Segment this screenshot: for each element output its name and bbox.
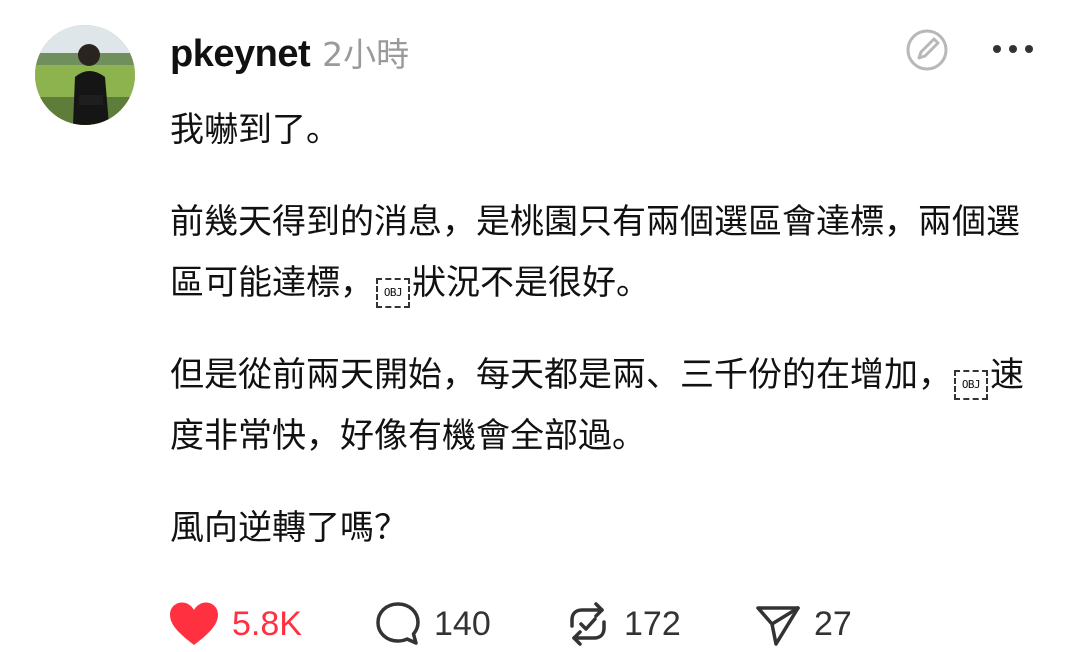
edit-pencil-icon <box>906 29 948 71</box>
paragraph-text: 但是從前兩天開始，每天都是兩、三千份的在增加， <box>170 355 952 395</box>
object-placeholder-icon: OBJ <box>954 370 988 400</box>
paragraph-text: 風向逆轉了嗎？ <box>170 508 408 548</box>
send-icon <box>756 606 800 646</box>
comment-bubble-icon <box>376 602 420 645</box>
like-button[interactable]: 5.8K <box>168 596 302 652</box>
username[interactable]: pkeynet <box>170 33 311 76</box>
paragraph-text: 我嚇到了。 <box>170 110 340 150</box>
repost-icon <box>570 602 606 646</box>
action-bar: 5.8K 140 172 27 <box>168 596 1048 652</box>
repost-count: 172 <box>624 604 681 643</box>
paragraph-text: 狀況不是很好。 <box>412 263 650 303</box>
post-timestamp: 2小時 <box>322 35 410 74</box>
post-paragraph-4: 風向逆轉了嗎？ <box>170 498 1050 559</box>
share-count: 27 <box>814 604 852 643</box>
post-header: pkeynet 2小時 <box>170 28 409 78</box>
post-paragraph-2: 前幾天得到的消息，是桃園只有兩個選區會達標，兩個選區可能達標， OBJ 狀況不是很好… <box>170 192 1050 314</box>
post-paragraph-3: 但是從前兩天開始，每天都是兩、三千份的在增加， OBJ 速度非常快，好像有機會全部過… <box>170 345 1050 467</box>
share-button[interactable]: 27 <box>754 596 852 652</box>
post-paragraph-1: 我嚇到了。 <box>170 100 1050 161</box>
like-count: 5.8K <box>232 604 302 643</box>
comment-count: 140 <box>434 604 491 643</box>
more-dots-icon <box>993 45 1033 53</box>
more-options-button[interactable] <box>990 35 1036 63</box>
edit-button[interactable] <box>904 27 950 73</box>
avatar[interactable] <box>35 25 135 125</box>
repost-button[interactable]: 172 <box>564 596 681 652</box>
object-placeholder-icon: OBJ <box>376 278 410 308</box>
post-text: 我嚇到了。 前幾天得到的消息，是桃園只有兩個選區會達標，兩個選區可能達標， OBJ… <box>170 100 1050 559</box>
heart-filled-icon <box>170 602 218 645</box>
comment-button[interactable]: 140 <box>374 596 491 652</box>
avatar-image <box>35 25 135 125</box>
